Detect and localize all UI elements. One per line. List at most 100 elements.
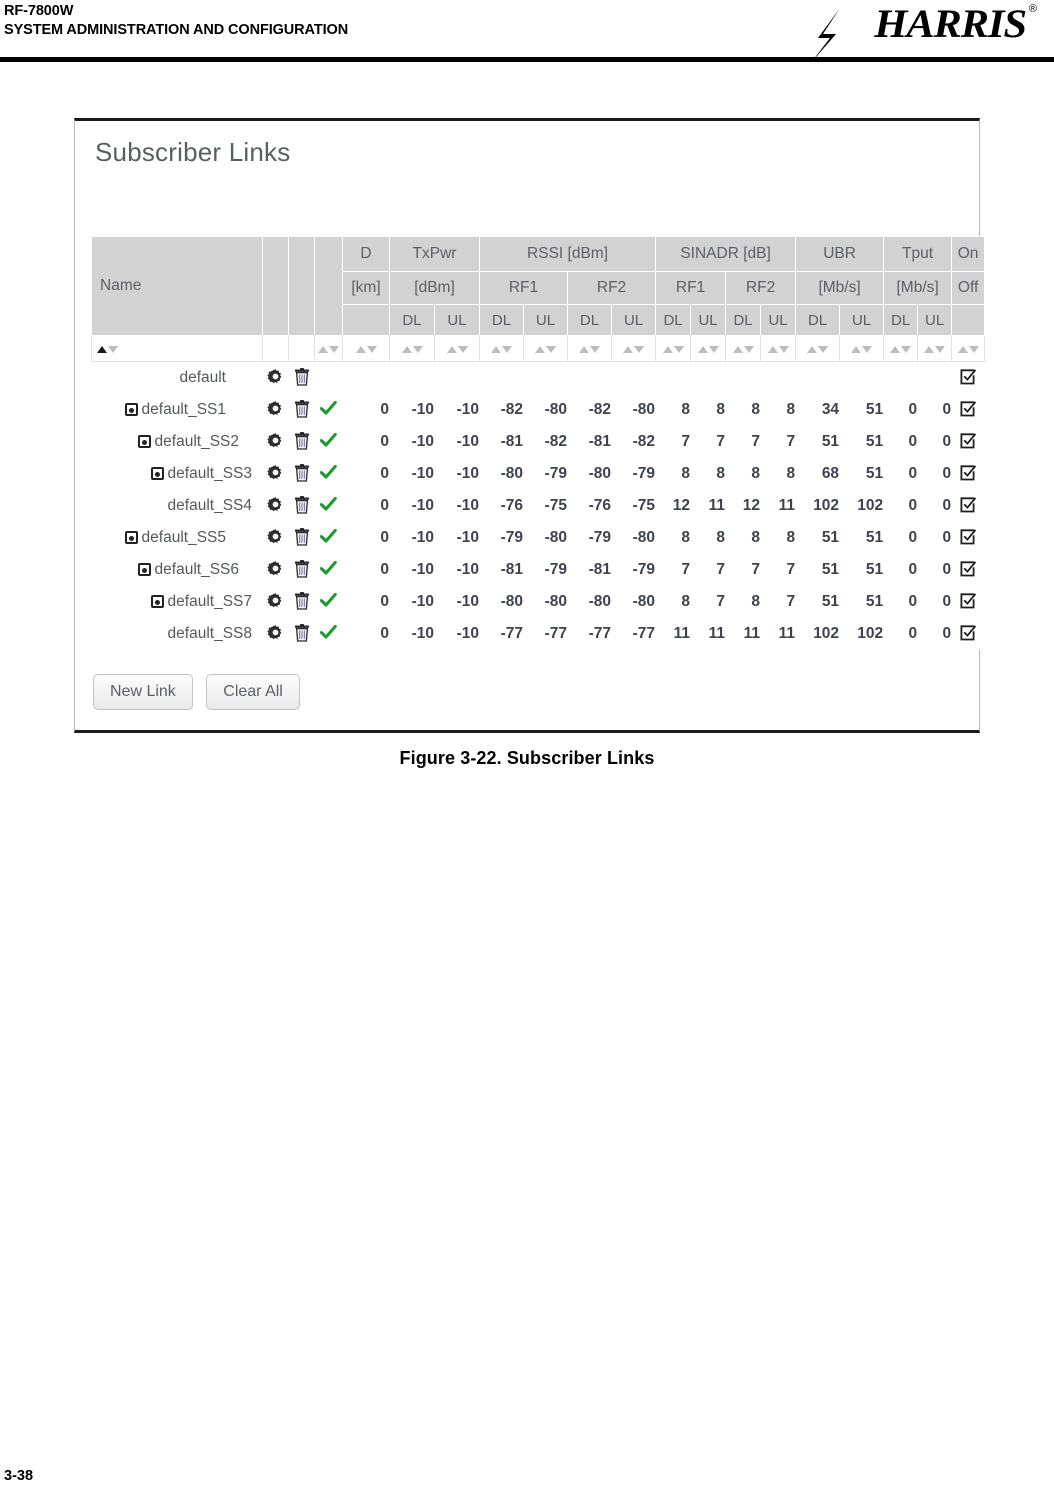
table-row[interactable]: default_SS1 0 -10 -10 -82 -80 -82 -80 8 8 8 8 34 51 0 0 <box>91 393 986 426</box>
sort-arrows-icon[interactable] <box>355 345 377 353</box>
onoff-checkbox[interactable] <box>960 496 976 513</box>
cell-delete[interactable] <box>288 361 315 394</box>
trash-icon[interactable] <box>294 368 310 386</box>
sort-cell-ubr-dl[interactable] <box>795 335 841 362</box>
trash-icon[interactable] <box>294 496 310 514</box>
sort-desc-arrow[interactable] <box>502 345 513 353</box>
column-header-tput-dl[interactable]: DL <box>883 304 919 336</box>
gear-icon[interactable] <box>267 400 284 417</box>
trash-icon[interactable] <box>294 560 310 578</box>
trash-icon[interactable] <box>294 624 310 642</box>
cell-onoff[interactable] <box>951 489 986 522</box>
column-header-sinadr-rf1-dl[interactable]: DL <box>655 304 692 336</box>
column-header-rssi-rf1-ul[interactable]: UL <box>523 304 569 336</box>
cell-delete[interactable] <box>288 425 315 458</box>
clear-all-button[interactable]: Clear All <box>206 674 300 710</box>
cell-onoff[interactable] <box>951 425 986 458</box>
sort-arrows-icon[interactable] <box>97 345 118 353</box>
trash-icon[interactable] <box>294 400 310 418</box>
sort-cell-sinadr-rf1-dl[interactable] <box>655 335 692 362</box>
sort-arrows-icon[interactable] <box>767 345 789 353</box>
sort-cell-tput-dl[interactable] <box>883 335 919 362</box>
cell-settings[interactable] <box>262 425 289 458</box>
sort-asc-arrow[interactable] <box>732 345 743 353</box>
trash-icon[interactable] <box>294 432 310 450</box>
onoff-checkbox[interactable] <box>960 400 976 417</box>
column-header-sinadr[interactable]: SINADR [dB] <box>655 236 797 272</box>
sort-arrows-icon[interactable] <box>491 345 513 353</box>
sort-asc-arrow[interactable] <box>535 345 546 353</box>
column-header-rssi-rf2-ul[interactable]: UL <box>611 304 657 336</box>
sort-desc-arrow[interactable] <box>708 345 719 353</box>
sort-desc-arrow[interactable] <box>968 345 979 353</box>
cell-onoff[interactable] <box>951 457 986 490</box>
sort-desc-arrow[interactable] <box>366 345 377 353</box>
onoff-checkbox[interactable] <box>960 464 976 481</box>
cell-delete[interactable] <box>288 521 315 554</box>
sort-asc-arrow[interactable] <box>401 345 412 353</box>
sort-cell-sinadr-rf2-dl[interactable] <box>725 335 762 362</box>
sort-cell-txpwr-ul[interactable] <box>433 335 481 362</box>
sort-arrows-icon[interactable] <box>623 345 645 353</box>
sort-arrows-icon[interactable] <box>697 345 719 353</box>
sort-cell-rssi-rf1-dl[interactable] <box>479 335 525 362</box>
cell-onoff[interactable] <box>951 361 986 394</box>
sort-arrows-icon[interactable] <box>924 345 946 353</box>
sort-desc-arrow[interactable] <box>108 345 118 353</box>
sort-asc-arrow[interactable] <box>924 345 935 353</box>
sort-arrows-icon[interactable] <box>890 345 912 353</box>
onoff-checkbox[interactable] <box>960 624 976 641</box>
sort-cell-tput-ul[interactable] <box>917 335 953 362</box>
cell-onoff[interactable] <box>951 393 986 426</box>
column-header-txpwr-ul[interactable]: UL <box>433 304 481 336</box>
trash-icon[interactable] <box>294 592 310 610</box>
cell-onoff[interactable] <box>951 617 986 650</box>
cell-settings[interactable] <box>262 361 289 394</box>
sort-desc-arrow[interactable] <box>457 345 468 353</box>
column-header-distance[interactable]: D <box>342 236 390 272</box>
sort-desc-arrow[interactable] <box>546 345 557 353</box>
onoff-checkbox[interactable] <box>960 432 976 449</box>
column-header-rssi[interactable]: RSSI [dBm] <box>479 236 657 272</box>
sort-desc-arrow[interactable] <box>329 345 339 353</box>
sort-asc-arrow[interactable] <box>579 345 590 353</box>
sort-desc-arrow[interactable] <box>590 345 601 353</box>
gear-icon[interactable] <box>267 464 284 481</box>
sort-asc-arrow[interactable] <box>851 345 862 353</box>
gear-icon[interactable] <box>267 560 284 577</box>
sort-asc-arrow[interactable] <box>890 345 901 353</box>
sort-cell-rssi-rf1-ul[interactable] <box>523 335 569 362</box>
cell-delete[interactable] <box>288 617 315 650</box>
sort-desc-arrow[interactable] <box>862 345 873 353</box>
cell-delete[interactable] <box>288 393 315 426</box>
cell-delete[interactable] <box>288 585 315 618</box>
sort-asc-arrow[interactable] <box>623 345 634 353</box>
sort-desc-arrow[interactable] <box>935 345 946 353</box>
cell-settings[interactable] <box>262 617 289 650</box>
cell-name[interactable]: default_SS5 <box>91 521 263 554</box>
sort-arrows-icon[interactable] <box>579 345 601 353</box>
sort-desc-arrow[interactable] <box>778 345 789 353</box>
column-header-rssi-rf1-dl[interactable]: DL <box>479 304 525 336</box>
new-link-button[interactable]: New Link <box>93 674 193 710</box>
column-header-rssi-rf2-dl[interactable]: DL <box>567 304 613 336</box>
gear-icon[interactable] <box>267 528 284 545</box>
expand-node-icon[interactable] <box>124 402 138 416</box>
trash-icon[interactable] <box>294 464 310 482</box>
gear-icon[interactable] <box>267 496 284 513</box>
column-header-ubr-ul[interactable]: UL <box>839 304 885 336</box>
table-row[interactable]: default_SS6 0 -10 -10 -81 -79 -81 -79 7 7 7 7 51 51 0 0 <box>91 553 986 586</box>
sort-asc-arrow[interactable] <box>355 345 366 353</box>
sort-asc-arrow[interactable] <box>662 345 673 353</box>
sort-arrows-icon[interactable] <box>807 345 829 353</box>
sort-cell-onoff[interactable] <box>951 335 986 362</box>
cell-name[interactable]: default_SS8 <box>91 617 263 650</box>
cell-name[interactable]: default_SS3 <box>91 457 263 490</box>
cell-name[interactable]: default_SS7 <box>91 585 263 618</box>
cell-onoff[interactable] <box>951 521 986 554</box>
sort-cell-sinadr-rf1-ul[interactable] <box>690 335 727 362</box>
sort-arrows-icon[interactable] <box>851 345 873 353</box>
onoff-checkbox[interactable] <box>960 528 976 545</box>
sort-cell-rssi-rf2-ul[interactable] <box>611 335 657 362</box>
table-row[interactable]: default_SS3 0 -10 -10 -80 -79 -80 -79 8 8 8 8 68 51 0 0 <box>91 457 986 490</box>
